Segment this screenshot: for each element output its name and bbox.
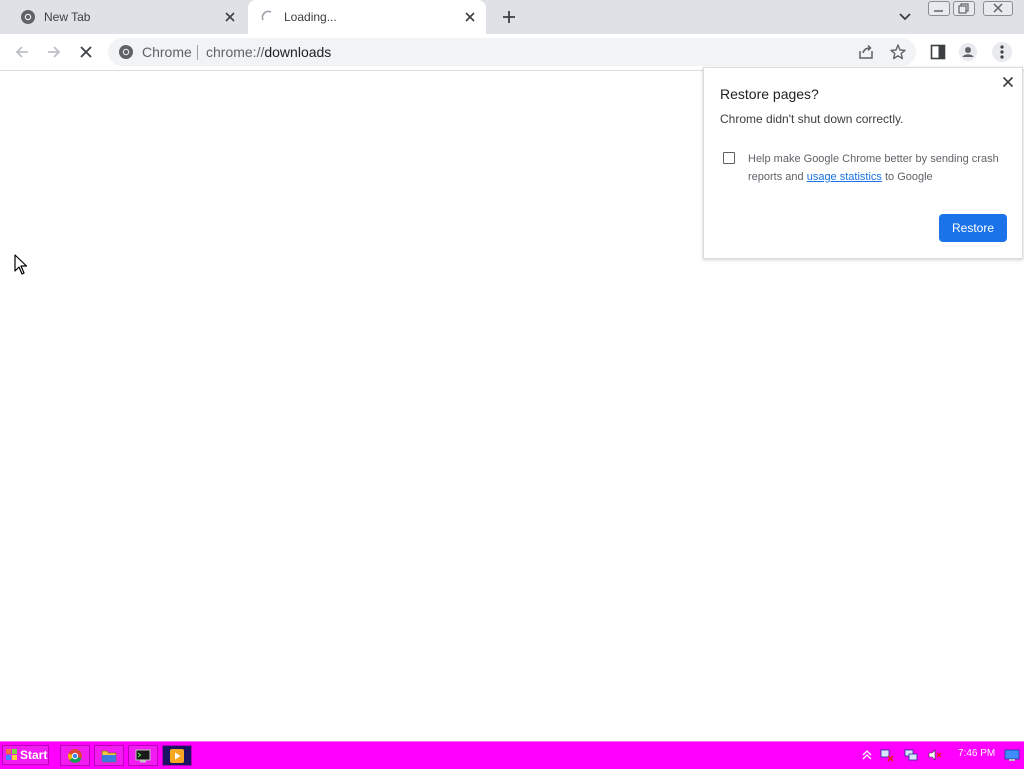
- close-icon[interactable]: [1000, 74, 1016, 90]
- tray-clock[interactable]: 7:46 PM: [958, 748, 995, 759]
- tab-title: Loading...: [284, 10, 337, 24]
- chrome-icon: [119, 45, 133, 59]
- start-label: Start: [20, 748, 48, 762]
- tab-title: New Tab: [44, 10, 91, 24]
- mouse-cursor-icon: [14, 254, 28, 275]
- taskbar: Start 7:46 PM: [0, 741, 1024, 769]
- side-panel-icon[interactable]: [928, 42, 948, 62]
- omnibox-chip: Chrome: [142, 44, 192, 60]
- tab-new-tab[interactable]: New Tab: [8, 0, 246, 34]
- chrome-icon: [68, 748, 82, 763]
- browser-toolbar: Chrome chrome://downloads: [0, 34, 1024, 71]
- speaker-muted-icon[interactable]: [928, 748, 942, 762]
- url-text[interactable]: chrome://downloads: [206, 44, 331, 60]
- taskbar-item-explorer[interactable]: [94, 745, 124, 766]
- arrow-right-icon[interactable]: [44, 42, 64, 62]
- star-icon[interactable]: [889, 43, 907, 61]
- taskbar-item-media-player[interactable]: [162, 745, 192, 766]
- tab-strip: New Tab Loading...: [0, 0, 1024, 34]
- chrome-icon: [21, 10, 35, 24]
- url-host: downloads: [264, 44, 332, 60]
- folder-icon: [101, 750, 117, 762]
- minimize-icon: [934, 10, 943, 12]
- usage-statistics-link[interactable]: usage statistics: [807, 171, 882, 183]
- plus-icon[interactable]: [499, 7, 519, 27]
- loading-spinner-icon: [261, 10, 272, 21]
- show-desktop-icon[interactable]: [1004, 748, 1020, 762]
- tray-arrow-icon[interactable]: [860, 748, 874, 762]
- restore-pages-dialog: Restore pages? Chrome didn't shut down c…: [703, 67, 1023, 259]
- windows-logo-icon: [6, 749, 17, 760]
- restore-button[interactable]: Restore: [939, 214, 1007, 242]
- restore-window-icon: [958, 3, 969, 14]
- monitor-icon[interactable]: [904, 748, 918, 762]
- minimize-button[interactable]: [928, 1, 950, 16]
- start-button[interactable]: Start: [2, 745, 49, 765]
- address-bar[interactable]: Chrome chrome://downloads: [108, 38, 916, 66]
- more-vert-icon[interactable]: [992, 42, 1012, 62]
- close-window-button[interactable]: [983, 1, 1013, 16]
- consent-text: Help make Google Chrome better by sendin…: [748, 150, 1008, 186]
- media-player-icon: [170, 748, 184, 763]
- terminal-icon: [135, 749, 151, 762]
- url-scheme: chrome://: [206, 44, 265, 60]
- network-error-icon[interactable]: [880, 748, 894, 762]
- crash-report-checkbox[interactable]: [723, 152, 735, 164]
- restore-window-button[interactable]: [953, 1, 975, 16]
- stop-loading-icon[interactable]: [76, 42, 96, 62]
- omnibox-divider: [197, 45, 198, 60]
- person-icon[interactable]: [958, 42, 978, 62]
- close-icon[interactable]: [462, 9, 478, 25]
- close-icon[interactable]: [222, 9, 238, 25]
- arrow-left-icon[interactable]: [12, 42, 32, 62]
- tab-loading[interactable]: Loading...: [248, 0, 486, 34]
- dialog-title: Restore pages?: [720, 86, 819, 102]
- dialog-message: Chrome didn't shut down correctly.: [720, 112, 904, 126]
- taskbar-item-chrome[interactable]: [60, 745, 90, 766]
- consent-text-after: to Google: [881, 171, 933, 183]
- share-icon[interactable]: [857, 43, 875, 61]
- taskbar-item-terminal[interactable]: [128, 745, 158, 766]
- chevron-down-icon[interactable]: [896, 9, 914, 25]
- close-window-icon: [993, 3, 1003, 13]
